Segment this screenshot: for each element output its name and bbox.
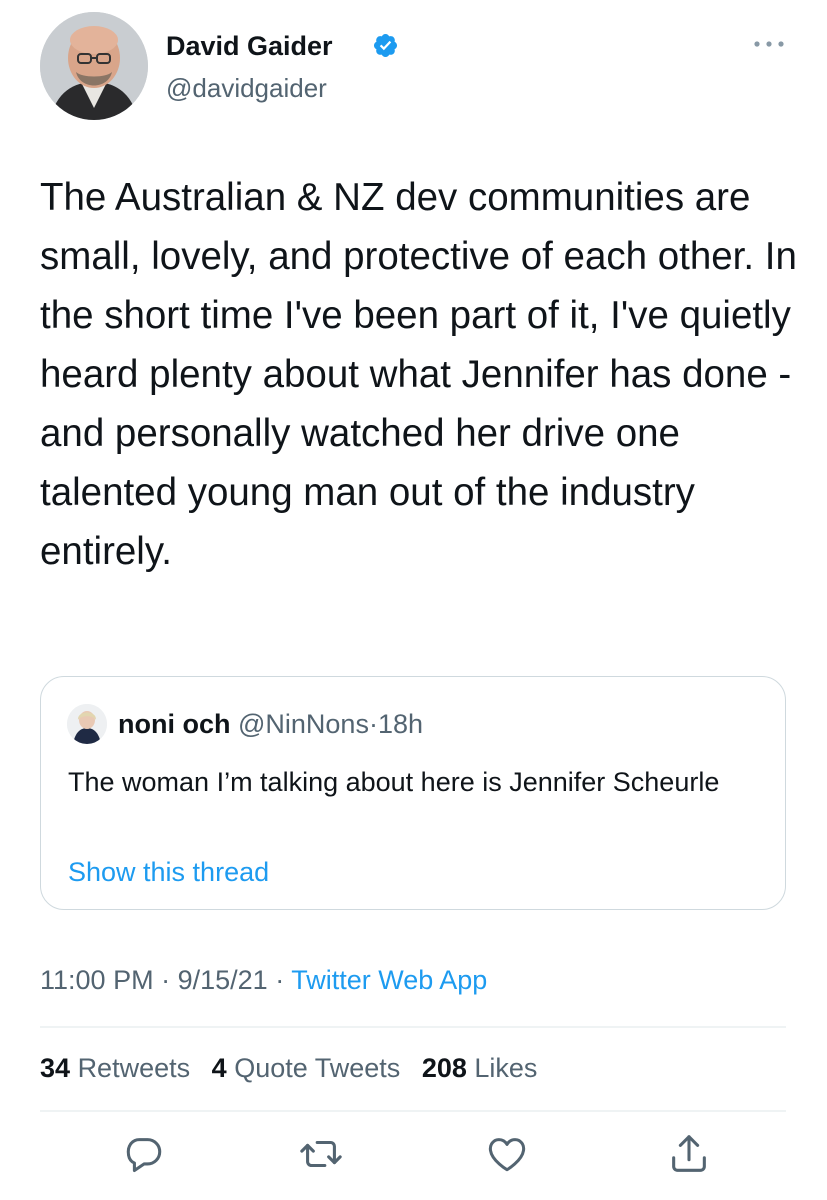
author-display-name[interactable]: David Gaider [166, 30, 333, 62]
separator-dot: · [368, 709, 378, 739]
likes-label: Likes [474, 1053, 538, 1083]
tweet-stats: 34 Retweets 4 Quote Tweets 208 Likes [40, 1050, 551, 1086]
reply-button[interactable] [121, 1131, 167, 1177]
retweet-button[interactable] [298, 1131, 344, 1177]
share-button[interactable] [666, 1131, 712, 1177]
author-avatar[interactable] [40, 12, 148, 120]
like-button[interactable] [484, 1131, 530, 1177]
quoted-author-avatar [67, 704, 107, 744]
quoted-display-name: noni och [118, 709, 231, 739]
tweet-text: The Australian & NZ dev communities are … [40, 176, 797, 573]
separator-dot: · [275, 965, 285, 995]
retweets-label: Retweets [77, 1053, 191, 1083]
tweet-date[interactable]: 9/15/21 [178, 965, 268, 995]
quotes-count: 4 [211, 1053, 227, 1083]
verified-badge-icon [372, 32, 399, 59]
tweet-meta: 11:00 PM · 9/15/21 · Twitter Web App [40, 962, 487, 998]
quoted-time-ago: 18h [377, 709, 424, 739]
divider [40, 1026, 786, 1028]
retweets-count: 34 [40, 1053, 71, 1083]
retweet-icon [300, 1140, 342, 1168]
quoted-handle: @NinNons [238, 709, 369, 739]
separator-dot: · [161, 965, 171, 995]
reply-icon [126, 1138, 162, 1173]
quotes-stat[interactable]: 4 Quote Tweets [212, 1053, 401, 1083]
show-thread-link[interactable]: Show this thread [68, 854, 269, 890]
tweet-time[interactable]: 11:00 PM [40, 965, 154, 995]
tweet-source[interactable]: Twitter Web App [291, 965, 487, 995]
more-options-icon[interactable] [752, 34, 786, 54]
divider [40, 1110, 786, 1112]
retweets-stat[interactable]: 34 Retweets [40, 1053, 190, 1083]
likes-stat[interactable]: 208 Likes [422, 1053, 538, 1083]
like-icon [488, 1138, 526, 1172]
quoted-tweet-text: The woman I’m talking about here is Jenn… [68, 767, 720, 797]
avatar-photo-icon [67, 704, 107, 744]
quotes-label: Quote Tweets [234, 1053, 401, 1083]
bottom-edge [0, 1190, 827, 1200]
quoted-tweet-header: noni och @NinNons·18h [118, 707, 423, 741]
likes-count: 208 [421, 1053, 467, 1083]
author-handle[interactable]: @davidgaider [166, 72, 327, 104]
avatar-photo-icon [40, 12, 148, 120]
share-icon [672, 1135, 706, 1172]
